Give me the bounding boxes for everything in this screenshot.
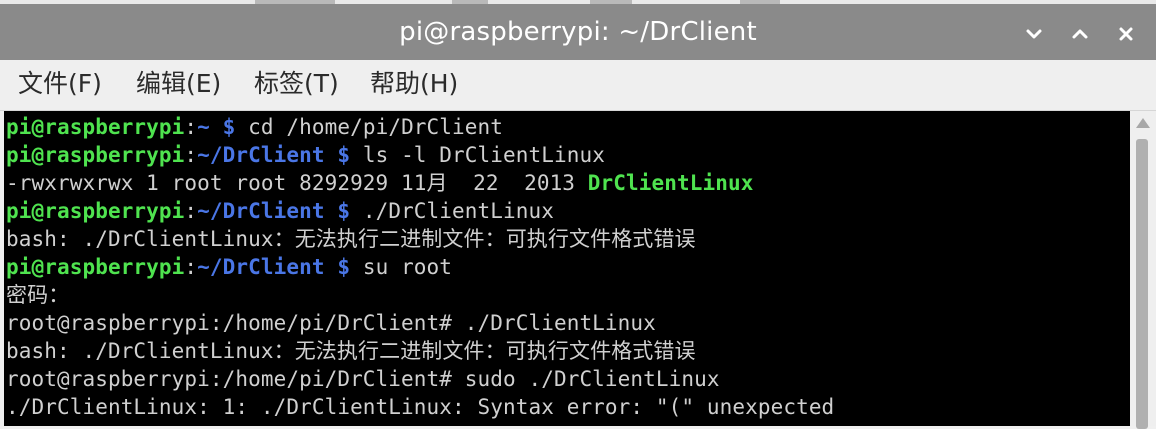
terminal-output[interactable]: pi@raspberrypi:~ $ cd /home/pi/DrClient … <box>4 111 1130 426</box>
output-text: ./DrClientLinux: 1: ./DrClientLinux: Syn… <box>6 395 835 419</box>
output-text: bash: ./DrClientLinux：无法执行二进制文件：可执行文件格式错… <box>6 227 696 251</box>
output-text: root@raspberrypi:/home/pi/DrClient# sudo… <box>6 367 720 391</box>
window-title: pi@raspberrypi: ~/DrClient <box>399 17 757 47</box>
command-text: ls -l DrClientLinux <box>350 143 605 167</box>
prompt-symbol: $ <box>324 199 351 223</box>
terminal-line: pi@raspberrypi:~/DrClient $ ./DrClientLi… <box>6 197 554 225</box>
prompt-path: ~/DrClient <box>197 143 325 167</box>
terminal-window: pi@raspberrypi: ~/DrClient 文件(F) 编辑(E) 标… <box>0 0 1156 429</box>
menu-help[interactable]: 帮助(H) <box>370 69 458 99</box>
maximize-button[interactable] <box>1066 20 1094 48</box>
scroll-up-arrow-icon[interactable] <box>1134 115 1152 131</box>
prompt-path: ~ <box>197 115 210 139</box>
terminal-line: ./DrClientLinux: 1: ./DrClientLinux: Syn… <box>6 393 834 421</box>
output-text: bash: ./DrClientLinux：无法执行二进制文件：可执行文件格式错… <box>6 339 696 363</box>
output-text: -rwxrwxrwx 1 root root 8292929 11月 22 20… <box>6 171 588 195</box>
prompt-user: pi@raspberrypi <box>6 255 185 279</box>
menu-bar: 文件(F) 编辑(E) 标签(T) 帮助(H) <box>0 60 1156 111</box>
title-bar[interactable]: pi@raspberrypi: ~/DrClient <box>0 4 1156 60</box>
close-icon <box>1119 27 1133 41</box>
terminal-line: -rwxrwxrwx 1 root root 8292929 11月 22 20… <box>6 169 753 197</box>
menu-file[interactable]: 文件(F) <box>18 69 102 99</box>
terminal-line: pi@raspberrypi:~ $ cd /home/pi/DrClient <box>6 113 503 141</box>
terminal-line: root@raspberrypi:/home/pi/DrClient# sudo… <box>6 365 720 393</box>
prompt-symbol: $ <box>324 143 351 167</box>
terminal-line: pi@raspberrypi:~/DrClient $ su root <box>6 253 452 281</box>
prompt-user: pi@raspberrypi <box>6 143 185 167</box>
prompt-user: pi@raspberrypi <box>6 115 185 139</box>
prompt-path: ~/DrClient <box>197 255 325 279</box>
terminal-line: root@raspberrypi:/home/pi/DrClient# ./Dr… <box>6 309 656 337</box>
vertical-scrollbar[interactable] <box>1130 111 1156 429</box>
prompt-separator: : <box>184 115 198 139</box>
prompt-path: ~/DrClient <box>197 199 325 223</box>
chevron-up-icon <box>1072 29 1088 39</box>
executable-filename: DrClientLinux <box>587 171 754 195</box>
command-text: cd /home/pi/DrClient <box>235 115 504 139</box>
menu-tabs[interactable]: 标签(T) <box>254 69 339 99</box>
menu-edit[interactable]: 编辑(E) <box>136 69 221 99</box>
output-text: 密码： <box>6 283 70 307</box>
command-text: ./DrClientLinux <box>350 199 554 223</box>
prompt-user: pi@raspberrypi <box>6 199 185 223</box>
prompt-separator: : <box>184 143 198 167</box>
output-text: root@raspberrypi:/home/pi/DrClient# ./Dr… <box>6 311 656 335</box>
terminal-line: 密码： <box>6 281 69 309</box>
prompt-symbol: $ <box>324 255 351 279</box>
chevron-down-icon <box>1026 29 1042 39</box>
terminal-line: bash: ./DrClientLinux：无法执行二进制文件：可执行文件格式错… <box>6 225 696 253</box>
prompt-separator: : <box>184 199 198 223</box>
scrollbar-thumb[interactable] <box>1136 139 1148 429</box>
terminal-line: pi@raspberrypi:~/DrClient $ ls -l DrClie… <box>6 141 605 169</box>
close-button[interactable] <box>1112 20 1140 48</box>
prompt-separator: : <box>184 255 198 279</box>
minimize-button[interactable] <box>1020 20 1048 48</box>
terminal-line: bash: ./DrClientLinux：无法执行二进制文件：可执行文件格式错… <box>6 337 696 365</box>
command-text: su root <box>350 255 453 279</box>
prompt-symbol: $ <box>209 115 236 139</box>
